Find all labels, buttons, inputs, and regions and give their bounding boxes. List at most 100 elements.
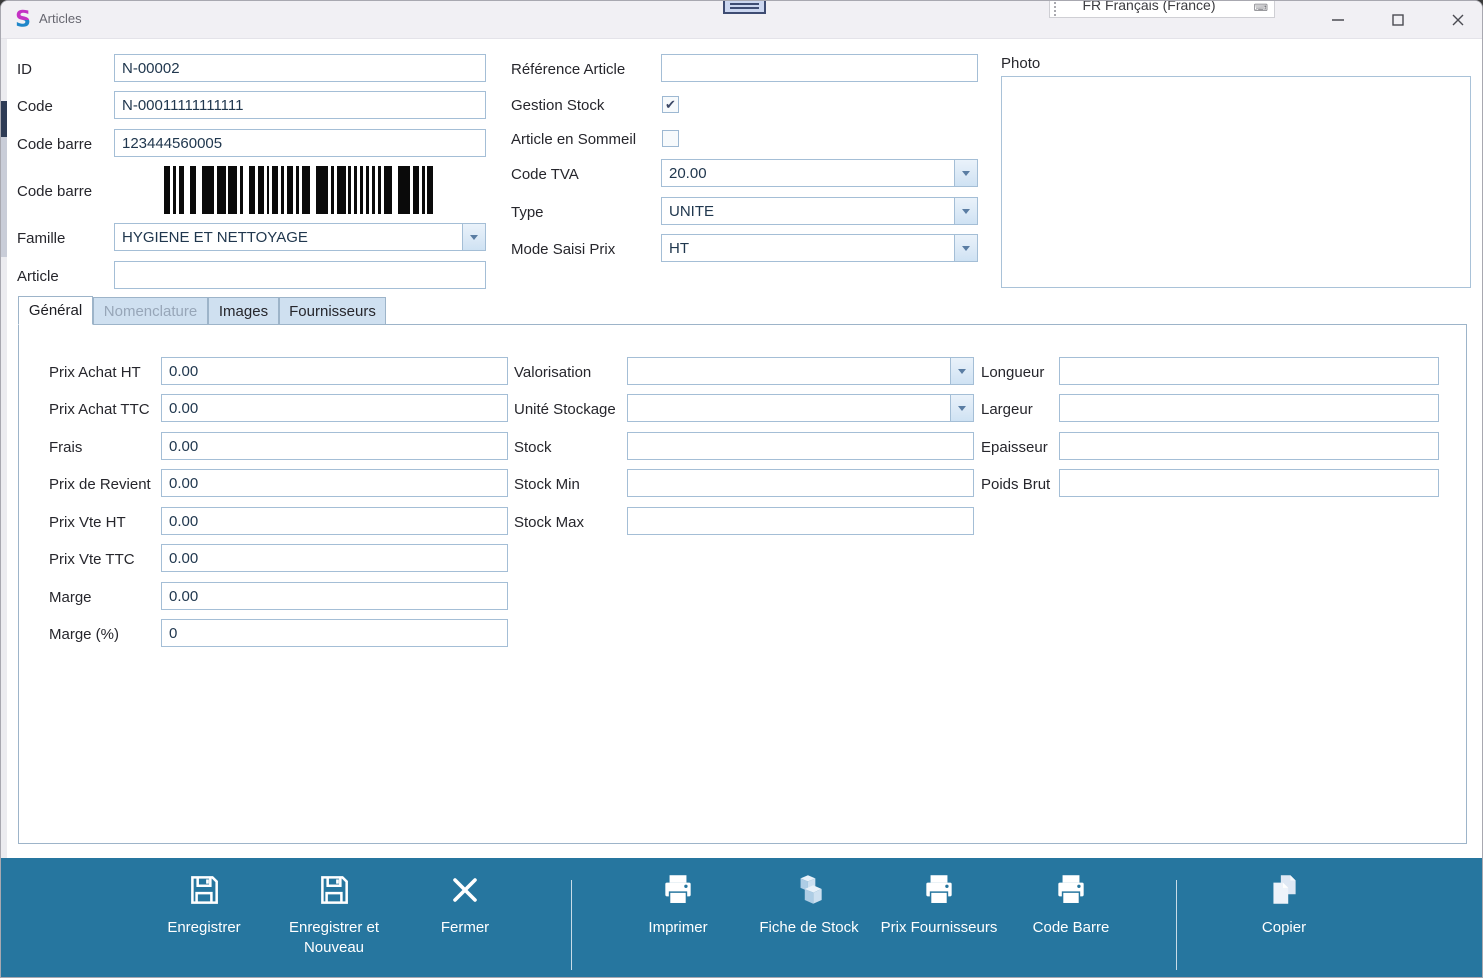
unite-stockage-label: Unité Stockage bbox=[514, 400, 616, 418]
frais-field[interactable] bbox=[161, 432, 508, 460]
sommeil-label: Article en Sommeil bbox=[511, 130, 637, 148]
unite-stockage-combo-input[interactable] bbox=[628, 395, 949, 421]
mode-saisi-combo-input[interactable] bbox=[662, 235, 953, 261]
tab-nomenclature[interactable]: Nomenclature bbox=[93, 297, 208, 325]
prix-de-revient-label: Prix de Revient bbox=[49, 475, 151, 493]
chevron-down-icon[interactable] bbox=[950, 395, 973, 421]
chevron-down-icon[interactable] bbox=[950, 358, 973, 384]
largeur-field[interactable] bbox=[1059, 394, 1439, 422]
code-barre-button[interactable]: Code Barre bbox=[996, 870, 1146, 970]
article-field[interactable] bbox=[114, 261, 486, 289]
stock-field[interactable] bbox=[627, 432, 974, 460]
language-bar[interactable]: FR Français (France) ⌨ bbox=[1049, 1, 1275, 18]
unite-stockage-combo[interactable] bbox=[627, 394, 974, 422]
code-tva-combo[interactable] bbox=[661, 159, 978, 187]
stock-max-field[interactable] bbox=[627, 507, 974, 535]
stock-min-field[interactable] bbox=[627, 469, 974, 497]
poids-brut-field[interactable] bbox=[1059, 469, 1439, 497]
printer-icon bbox=[919, 870, 959, 910]
background-window-edge bbox=[1, 257, 7, 858]
minimize-button[interactable] bbox=[1321, 5, 1355, 35]
mode-saisi-prix-combo[interactable] bbox=[661, 234, 978, 262]
language-label[interactable]: FR Français (France) bbox=[1050, 1, 1248, 13]
copier-label: Copier bbox=[1261, 919, 1307, 936]
id-field[interactable] bbox=[114, 54, 486, 82]
epaisseur-label: Epaisseur bbox=[981, 438, 1048, 456]
poids-brut-label: Poids Brut bbox=[981, 475, 1051, 493]
longueur-field[interactable] bbox=[1059, 357, 1439, 385]
epaisseur-field[interactable] bbox=[1059, 432, 1439, 460]
type-combo-input[interactable] bbox=[662, 198, 953, 224]
prix-vte-ttc-field[interactable] bbox=[161, 544, 508, 572]
marge-field[interactable] bbox=[161, 582, 508, 610]
background-window-edge bbox=[1, 137, 7, 257]
bottom-toolbar: Enregistrer Enregistrer et Nouveau Ferme… bbox=[1, 858, 1482, 977]
barcode-image bbox=[164, 166, 434, 214]
articles-window: S Articles FR Français (France) ⌨ ID Cod… bbox=[0, 0, 1483, 978]
famille-combo[interactable] bbox=[114, 223, 486, 251]
fermer-button[interactable]: Fermer bbox=[390, 870, 540, 970]
close-x-icon bbox=[445, 870, 485, 910]
imprimer-button[interactable]: Imprimer bbox=[603, 870, 753, 970]
code-tva-label: Code TVA bbox=[511, 165, 579, 183]
chevron-down-icon[interactable] bbox=[954, 160, 977, 186]
tab-fournisseurs[interactable]: Fournisseurs bbox=[279, 297, 386, 325]
keyboard-icon[interactable]: ⌨ bbox=[1254, 3, 1268, 14]
chevron-down-icon[interactable] bbox=[954, 198, 977, 224]
largeur-label: Largeur bbox=[981, 400, 1033, 418]
valorisation-combo-input[interactable] bbox=[628, 358, 949, 384]
prix-achat-ttc-field[interactable] bbox=[161, 394, 508, 422]
type-combo[interactable] bbox=[661, 197, 978, 225]
valorisation-combo[interactable] bbox=[627, 357, 974, 385]
maximize-button[interactable] bbox=[1381, 5, 1415, 35]
prix-vte-ttc-label: Prix Vte TTC bbox=[49, 550, 135, 568]
prix-fournisseurs-label: Prix Fournisseurs bbox=[880, 919, 998, 936]
article-label: Article bbox=[17, 267, 59, 285]
valorisation-label: Valorisation bbox=[514, 363, 592, 381]
famille-label: Famille bbox=[17, 229, 66, 247]
close-button[interactable] bbox=[1441, 5, 1475, 35]
marge-label: Marge bbox=[49, 588, 92, 606]
code-barre-field[interactable] bbox=[114, 129, 486, 157]
code-field[interactable] bbox=[114, 91, 486, 119]
photo-label: Photo bbox=[1001, 54, 1041, 72]
famille-combo-input[interactable] bbox=[115, 224, 461, 250]
fiche-de-stock-button[interactable]: Fiche de Stock bbox=[734, 870, 884, 970]
photo-box[interactable] bbox=[1001, 76, 1471, 288]
chevron-down-icon[interactable] bbox=[954, 235, 977, 261]
prix-vte-ht-field[interactable] bbox=[161, 507, 508, 535]
save-icon bbox=[314, 870, 354, 910]
code-tva-combo-input[interactable] bbox=[662, 160, 953, 186]
window-title: Articles bbox=[39, 11, 82, 26]
toolbar-divider bbox=[571, 880, 572, 970]
prix-de-revient-field[interactable] bbox=[161, 469, 508, 497]
background-window-edge bbox=[1, 101, 7, 137]
tab-general[interactable]: Général bbox=[18, 296, 93, 325]
enregistrer-label: Enregistrer bbox=[167, 919, 241, 936]
printer-icon bbox=[1051, 870, 1091, 910]
title-bar: S Articles FR Français (France) ⌨ bbox=[1, 1, 1482, 39]
save-icon bbox=[184, 870, 224, 910]
article-en-sommeil-checkbox[interactable] bbox=[662, 130, 679, 147]
fermer-label: Fermer bbox=[440, 919, 490, 936]
marge-pct-field[interactable] bbox=[161, 619, 508, 647]
app-logo-icon: S bbox=[15, 8, 31, 30]
hidden-window-indicator bbox=[723, 1, 766, 14]
prix-achat-ht-label: Prix Achat HT bbox=[49, 363, 141, 381]
longueur-label: Longueur bbox=[981, 363, 1045, 381]
enregistrer-button[interactable]: Enregistrer bbox=[129, 870, 279, 970]
reference-field[interactable] bbox=[661, 54, 978, 82]
copier-button[interactable]: Copier bbox=[1209, 870, 1359, 970]
gestion-stock-checkbox[interactable]: ✔ bbox=[662, 96, 679, 113]
enregistrer-et-nouveau-button[interactable]: Enregistrer et Nouveau bbox=[259, 870, 409, 970]
enregistrer-et-nouveau-label: Enregistrer et Nouveau bbox=[288, 919, 380, 956]
stock-boxes-icon bbox=[789, 870, 829, 910]
prix-fournisseurs-button[interactable]: Prix Fournisseurs bbox=[864, 870, 1014, 970]
prix-achat-ht-field[interactable] bbox=[161, 357, 508, 385]
stock-max-label: Stock Max bbox=[514, 513, 585, 531]
chevron-down-icon[interactable] bbox=[462, 224, 485, 250]
printer-icon bbox=[658, 870, 698, 910]
mode-saisi-label: Mode Saisi Prix bbox=[511, 240, 616, 258]
tab-images[interactable]: Images bbox=[208, 297, 279, 325]
copy-icon bbox=[1264, 870, 1304, 910]
